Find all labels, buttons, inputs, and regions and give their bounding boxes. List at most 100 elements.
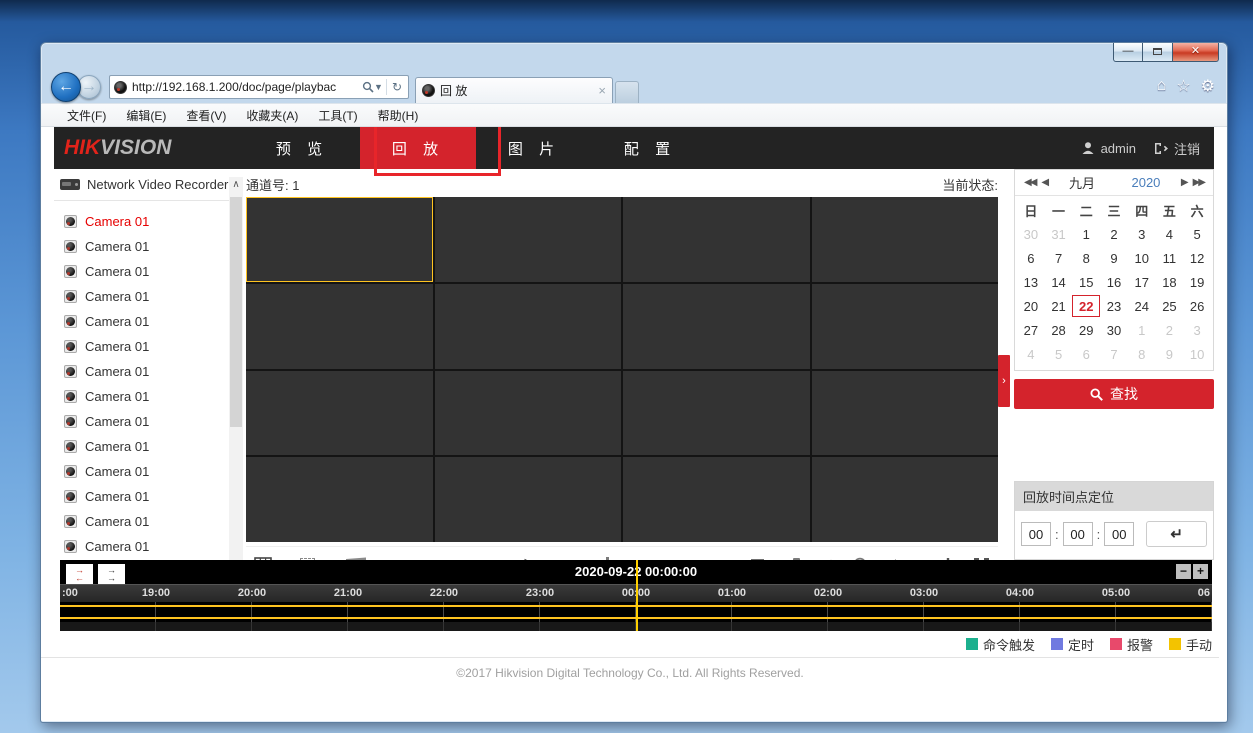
url-text[interactable]: http://192.168.1.200/doc/page/playbac [132,80,362,94]
timeline[interactable]: →← →→ 2020-09-22 00:00:00 − + :00 19:00 … [60,560,1212,631]
calendar-day[interactable]: 2 [1156,318,1184,342]
calendar-day[interactable]: 28 [1045,318,1073,342]
search-icon[interactable] [362,81,374,93]
tab-preview[interactable]: 预 览 [244,127,360,169]
calendar-day[interactable]: 13 [1017,270,1045,294]
calendar-day[interactable]: 5 [1045,342,1073,366]
calendar-day[interactable]: 2 [1100,222,1128,246]
prev-month-icon[interactable]: ◀ [1038,177,1050,188]
calendar-day[interactable]: 30 [1017,222,1045,246]
video-cell[interactable] [435,371,622,456]
calendar-day[interactable]: 9 [1156,342,1184,366]
camera-list-item[interactable]: Camera 01 [54,334,229,359]
camera-list-scrollbar[interactable]: ∧ ∨ [229,177,243,589]
menu-tools[interactable]: 工具(T) [310,104,365,127]
calendar-day[interactable]: 19 [1183,270,1211,294]
calendar-day-selected[interactable]: 22 [1072,295,1100,317]
calendar-day[interactable]: 4 [1017,342,1045,366]
browser-tab-playback[interactable]: 回 放 × [415,77,613,103]
camera-list-item[interactable]: Camera 01 [54,234,229,259]
calendar-day[interactable]: 4 [1156,222,1184,246]
video-cell[interactable] [246,284,433,369]
calendar-day[interactable]: 23 [1100,294,1128,318]
calendar-day[interactable]: 26 [1183,294,1211,318]
calendar-day[interactable]: 15 [1072,270,1100,294]
camera-list-item[interactable]: Camera 01 [54,284,229,309]
video-cell[interactable] [623,371,810,456]
menu-edit[interactable]: 编辑(E) [118,104,174,127]
calendar-day[interactable]: 11 [1156,246,1184,270]
camera-list-item[interactable]: Camera 01 [54,409,229,434]
goto-time-button[interactable]: ↵ [1146,521,1207,547]
scrollbar-thumb[interactable] [230,197,242,427]
tab-close-icon[interactable]: × [598,83,606,98]
camera-list-item[interactable]: Camera 01 [54,209,229,234]
calendar-day[interactable]: 14 [1045,270,1073,294]
device-header[interactable]: Network Video Recorder [54,169,229,201]
panel-collapse-handle[interactable]: › [998,355,1010,407]
calendar-day[interactable]: 31 [1045,222,1073,246]
calendar-day[interactable]: 9 [1100,246,1128,270]
calendar-day[interactable]: 3 [1183,318,1211,342]
video-cell[interactable] [623,197,810,282]
refresh-icon[interactable]: ↻ [392,80,402,94]
calendar-day[interactable]: 1 [1128,318,1156,342]
timeline-zoom-out-button[interactable]: − [1176,564,1191,579]
video-cell[interactable] [246,371,433,456]
camera-list-item[interactable]: Camera 01 [54,359,229,384]
back-button[interactable]: ← [51,72,81,102]
video-cell[interactable] [435,457,622,542]
user-chip[interactable]: admin [1081,141,1136,156]
next-year-icon[interactable]: ▶▶ [1190,177,1207,188]
calendar-day[interactable]: 20 [1017,294,1045,318]
menu-favorites[interactable]: 收藏夹(A) [238,104,306,127]
timeline-zoom-in-button[interactable]: + [1193,564,1208,579]
video-cell[interactable] [246,457,433,542]
settings-gear-icon[interactable]: ⚙ [1201,76,1215,96]
video-cell[interactable] [623,284,810,369]
calendar-day[interactable]: 10 [1128,246,1156,270]
search-dropdown-caret[interactable]: ▼ [374,82,383,92]
window-maximize-button[interactable] [1143,43,1173,62]
calendar-day[interactable]: 17 [1128,270,1156,294]
logout-button[interactable]: 注销 [1154,139,1200,158]
calendar-day[interactable]: 12 [1183,246,1211,270]
search-button[interactable]: 查找 [1014,379,1214,409]
video-cell[interactable] [812,284,999,369]
timeline-sync-toggle-active[interactable]: →← [66,564,93,584]
calendar-day[interactable]: 25 [1156,294,1184,318]
calendar-day[interactable]: 5 [1183,222,1211,246]
timeline-playhead[interactable] [636,560,638,631]
window-titlebar[interactable]: — ✕ [41,43,1227,71]
calendar-day[interactable]: 3 [1128,222,1156,246]
calendar-day[interactable]: 24 [1128,294,1156,318]
tab-picture[interactable]: 图 片 [476,127,592,169]
calendar-day[interactable]: 21 [1045,294,1073,318]
calendar-day[interactable]: 1 [1072,222,1100,246]
calendar-day[interactable]: 18 [1156,270,1184,294]
calendar-day[interactable]: 8 [1072,246,1100,270]
address-bar[interactable]: http://192.168.1.200/doc/page/playbac ▼ … [109,75,409,99]
window-minimize-button[interactable]: — [1113,43,1143,62]
calendar-year[interactable]: 2020 [1114,175,1178,190]
scroll-up-icon[interactable]: ∧ [229,177,243,193]
window-close-button[interactable]: ✕ [1173,43,1219,62]
new-tab-button[interactable] [615,81,639,103]
camera-list-item[interactable]: Camera 01 [54,384,229,409]
camera-list-item[interactable]: Camera 01 [54,259,229,284]
menu-help[interactable]: 帮助(H) [370,104,427,127]
hour-input[interactable] [1021,522,1051,546]
next-month-icon[interactable]: ▶ [1178,177,1190,188]
camera-list-item[interactable]: Camera 01 [54,509,229,534]
camera-list-item[interactable]: Camera 01 [54,459,229,484]
calendar-day[interactable]: 6 [1072,342,1100,366]
video-cell[interactable] [812,197,999,282]
tab-config[interactable]: 配 置 [592,127,708,169]
camera-list-item[interactable]: Camera 01 [54,309,229,334]
calendar-day[interactable]: 7 [1100,342,1128,366]
calendar-day[interactable]: 10 [1183,342,1211,366]
second-input[interactable] [1104,522,1134,546]
minute-input[interactable] [1063,522,1093,546]
calendar-day[interactable]: 16 [1100,270,1128,294]
calendar-day[interactable]: 27 [1017,318,1045,342]
